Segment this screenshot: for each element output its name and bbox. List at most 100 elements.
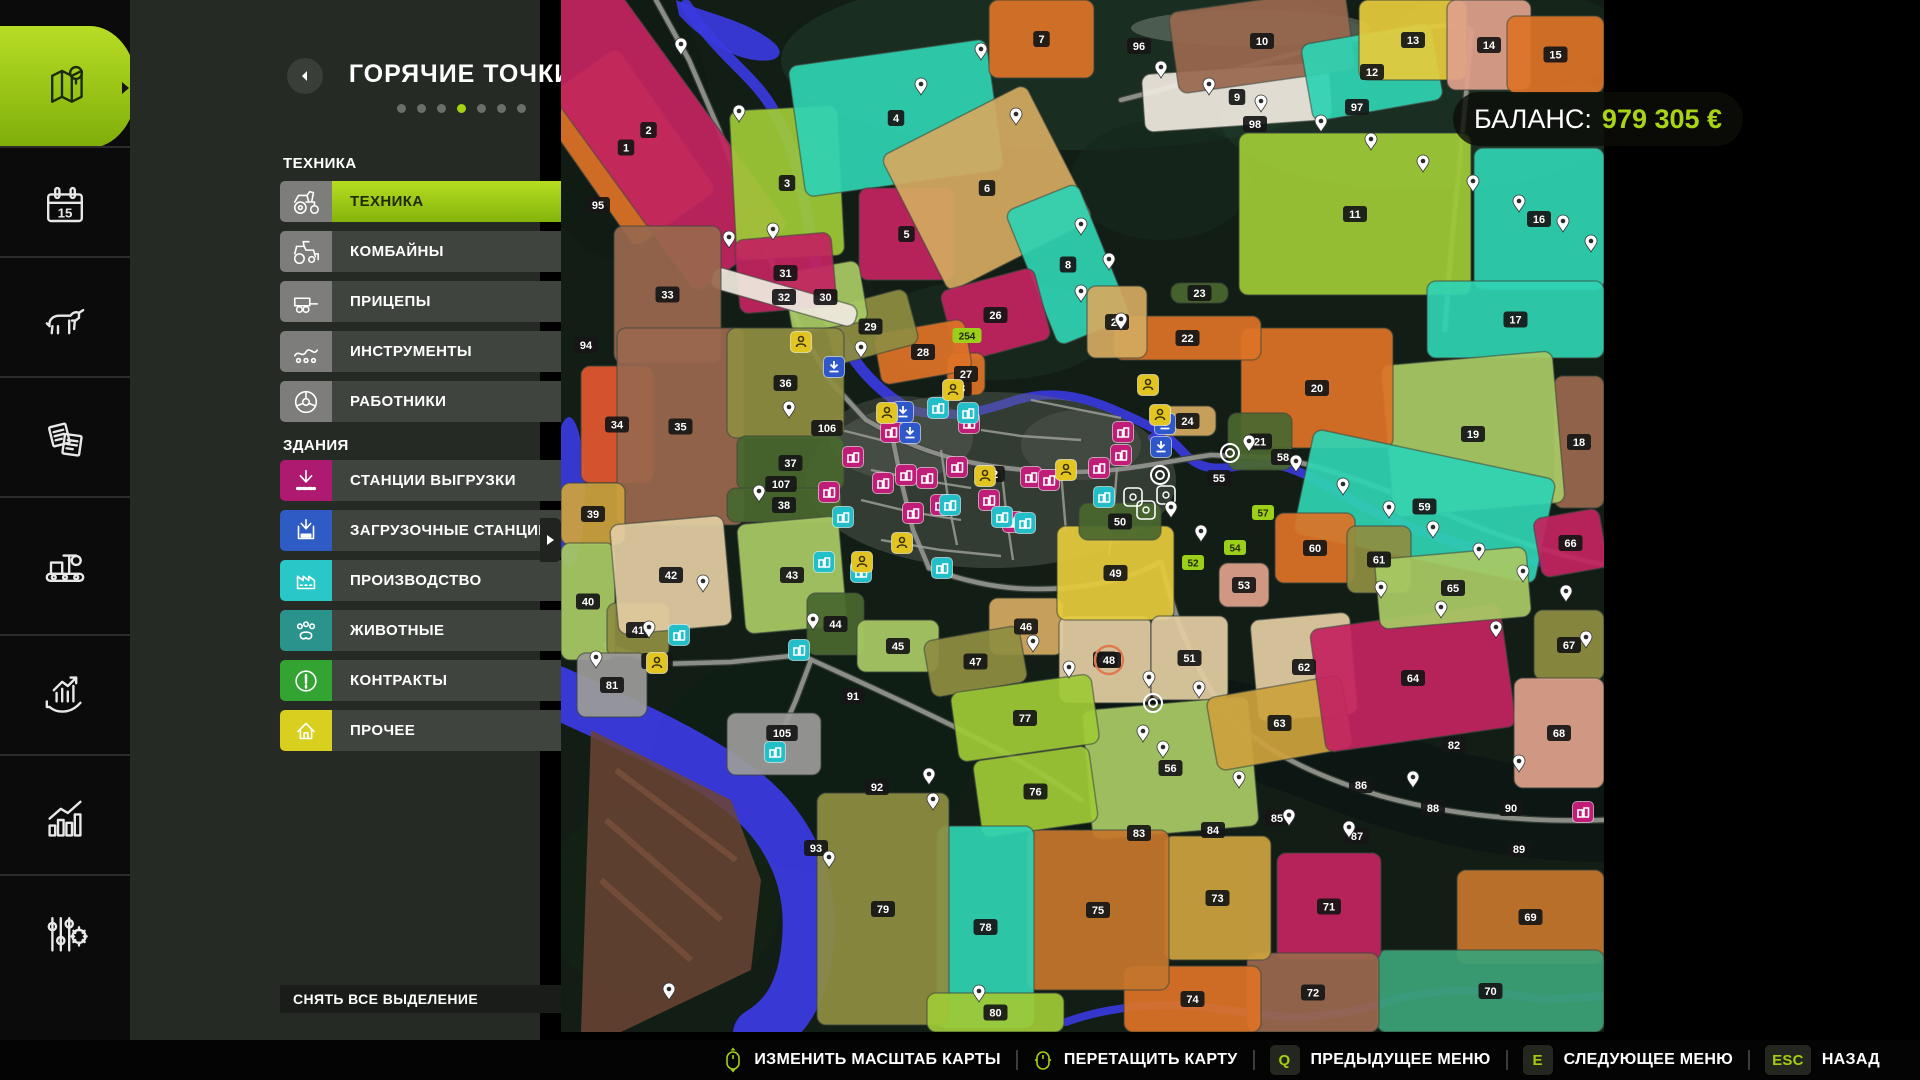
- production-marker[interactable]: [932, 558, 953, 579]
- field-number-65: 65: [1441, 580, 1465, 596]
- hotspots-map[interactable]: 1234567891011121314151617181920212223242…: [561, 0, 1604, 1032]
- filter-item-label: КОМБАЙНЫ: [350, 243, 444, 260]
- svg-text:44: 44: [829, 619, 842, 631]
- sidebar-item-finances[interactable]: [0, 640, 130, 760]
- page-dot-3[interactable]: [437, 104, 446, 113]
- unload-station-marker[interactable]: [1573, 802, 1594, 823]
- production-marker[interactable]: [765, 742, 786, 763]
- sidebar-item-map[interactable]: [0, 26, 137, 148]
- unload-station-marker[interactable]: [843, 447, 864, 468]
- unload-station-marker[interactable]: [819, 482, 840, 503]
- unload-station-marker[interactable]: [1089, 458, 1110, 479]
- svg-text:4: 4: [893, 113, 900, 125]
- svg-text:31: 31: [779, 268, 791, 280]
- waypoint-marker[interactable]: [1151, 466, 1169, 484]
- page-dot-2[interactable]: [417, 104, 426, 113]
- loading-station-marker[interactable]: [824, 357, 845, 378]
- field-number-70: 70: [1479, 983, 1503, 999]
- misc-marker[interactable]: [1150, 405, 1171, 426]
- page-dots[interactable]: [326, 104, 596, 113]
- key-badge: ESC: [1765, 1045, 1811, 1075]
- field-number-53: 53: [1232, 577, 1256, 593]
- field-number-10: 10: [1250, 33, 1274, 49]
- unload-station-marker[interactable]: [903, 503, 924, 524]
- svg-text:77: 77: [1019, 713, 1031, 725]
- waypoint-marker[interactable]: [1221, 444, 1239, 462]
- field-number-49: 49: [1104, 565, 1128, 581]
- unload-station-marker[interactable]: [1113, 422, 1134, 443]
- production-marker[interactable]: [958, 403, 979, 424]
- sidebar-item-production[interactable]: [0, 502, 130, 640]
- production-marker[interactable]: [992, 507, 1013, 528]
- sidebar-item-settings[interactable]: [0, 880, 130, 990]
- field-number-71: 71: [1317, 899, 1341, 915]
- filter-icon-tile: [280, 381, 332, 422]
- waypoint-marker[interactable]: [1144, 694, 1162, 712]
- svg-text:75: 75: [1092, 905, 1104, 917]
- unload-station-marker[interactable]: [1111, 445, 1132, 466]
- page-dot-4[interactable]: [457, 104, 466, 113]
- hint-key-e: EСЛЕДУЮЩЕЕ МЕНЮ: [1523, 1045, 1733, 1075]
- filter-item-label: КОНТРАКТЫ: [350, 672, 447, 689]
- misc-marker[interactable]: [1138, 375, 1159, 396]
- unload-station-marker[interactable]: [896, 465, 917, 486]
- page-dot-6[interactable]: [497, 104, 506, 113]
- misc-marker[interactable]: [647, 653, 668, 674]
- sidebar-item-statistics[interactable]: [0, 760, 130, 880]
- svg-text:28: 28: [917, 347, 929, 359]
- loading-station-marker[interactable]: [900, 423, 921, 444]
- panel-collapse-tab[interactable]: [540, 518, 561, 562]
- unload-station-marker[interactable]: [917, 468, 938, 489]
- misc-marker[interactable]: [852, 552, 873, 573]
- loading-station-marker[interactable]: [1151, 437, 1172, 458]
- tools-icon: [291, 337, 321, 367]
- field-number-6: 6: [979, 180, 996, 196]
- svg-text:63: 63: [1273, 718, 1285, 730]
- prev-page-button[interactable]: [287, 58, 323, 94]
- field-number-95: 95: [586, 197, 610, 213]
- misc-marker[interactable]: [892, 533, 913, 554]
- production-marker[interactable]: [940, 495, 961, 516]
- field-number-73: 73: [1206, 890, 1230, 906]
- production-marker[interactable]: [789, 640, 810, 661]
- svg-text:60: 60: [1309, 543, 1321, 555]
- field-number-22: 22: [1176, 330, 1200, 346]
- page-dot-1[interactable]: [397, 104, 406, 113]
- svg-text:35: 35: [674, 422, 686, 434]
- sidebar-item-calendar[interactable]: 15: [0, 152, 130, 262]
- svg-text:93: 93: [810, 843, 822, 855]
- production-marker[interactable]: [1015, 513, 1036, 534]
- settings-icon: [37, 907, 93, 963]
- svg-text:70: 70: [1484, 986, 1496, 998]
- field-number-39: 39: [581, 506, 605, 522]
- misc-marker[interactable]: [943, 380, 964, 401]
- sidebar-item-animals[interactable]: [0, 262, 130, 382]
- production-marker[interactable]: [1094, 487, 1115, 508]
- svg-text:53: 53: [1238, 580, 1250, 592]
- misc-marker[interactable]: [1056, 460, 1077, 481]
- filter-icon-tile: [280, 281, 332, 322]
- unload-station-marker[interactable]: [947, 457, 968, 478]
- page-dot-5[interactable]: [477, 104, 486, 113]
- sidebar-item-documents[interactable]: [0, 382, 130, 502]
- svg-text:3: 3: [784, 178, 790, 190]
- production-marker[interactable]: [833, 507, 854, 528]
- misc-marker[interactable]: [975, 466, 996, 487]
- field-number-64: 64: [1401, 670, 1425, 686]
- hint-label: СЛЕДУЮЩЕЕ МЕНЮ: [1564, 1051, 1733, 1069]
- unload-station-marker[interactable]: [881, 422, 902, 443]
- filter-icon-tile: [280, 560, 332, 601]
- hint-key-q: QПРЕДЫДУЩЕЕ МЕНЮ: [1270, 1045, 1491, 1075]
- misc-marker[interactable]: [791, 332, 812, 353]
- field-number-44: 44: [824, 616, 848, 632]
- svg-text:12: 12: [1366, 67, 1378, 79]
- field-number-63: 63: [1268, 715, 1292, 731]
- map-viewport[interactable]: 1234567891011121314151617181920212223242…: [561, 0, 1604, 1032]
- production-marker[interactable]: [814, 552, 835, 573]
- production-marker[interactable]: [669, 625, 690, 646]
- misc-marker[interactable]: [877, 403, 898, 424]
- unload-station-marker[interactable]: [873, 473, 894, 494]
- field-number-24: 24: [1176, 413, 1200, 429]
- page-dot-7[interactable]: [517, 104, 526, 113]
- svg-text:69: 69: [1524, 912, 1536, 924]
